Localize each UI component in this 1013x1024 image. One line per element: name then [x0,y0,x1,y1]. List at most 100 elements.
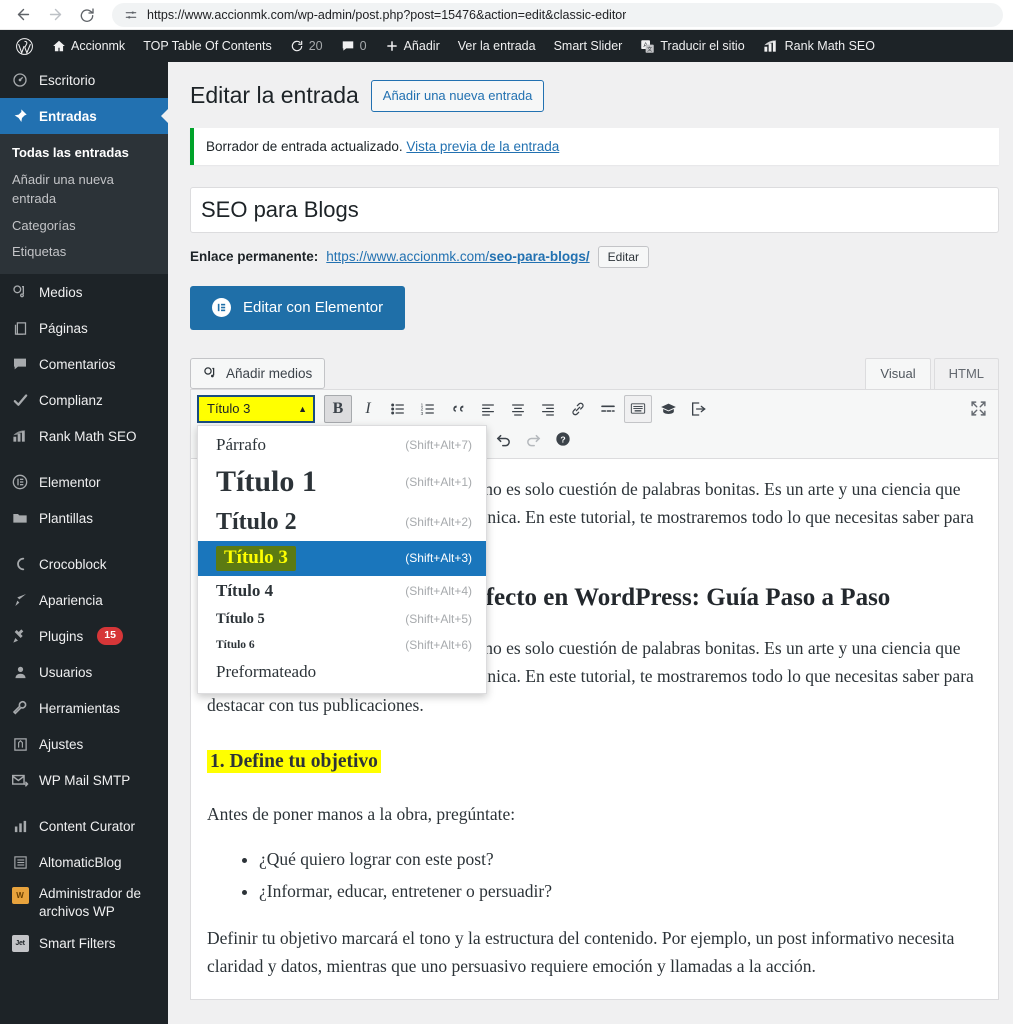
italic-icon[interactable]: I [354,395,382,423]
align-right-icon[interactable] [534,395,562,423]
sidebar-item-smart-filters[interactable]: Jet Smart Filters [0,925,168,961]
format-option-titulo-5[interactable]: Título 5 (Shift+Alt+5) [198,606,486,633]
sidebar-item-medios[interactable]: Medios [0,274,168,310]
sidebar-item-label: Crocoblock [39,556,107,572]
plus-icon [385,39,399,53]
bars-chart-icon [10,819,30,834]
format-select[interactable]: Título 3 ▲ Párrafo (Shift+Alt+7) Título … [197,394,487,694]
sidebar-item-wp-mail-smtp[interactable]: WP Mail SMTP [0,762,168,798]
preview-post-link[interactable]: Vista previa de la entrada [406,139,559,154]
fullscreen-icon[interactable] [964,395,992,423]
format-option-shortcut: (Shift+Alt+3) [405,551,472,565]
toolbar-toggle-icon[interactable] [624,394,652,423]
site-settings-icon[interactable] [124,8,138,22]
format-option-shortcut: (Shift+Alt+1) [405,474,472,489]
bulleted-list-icon[interactable] [384,395,412,423]
add-new-post-button[interactable]: Añadir una nueva entrada [370,80,545,112]
adminbar-item-toc[interactable]: TOP Table Of Contents [134,30,281,62]
address-bar[interactable]: https://www.accionmk.com/wp-admin/post.p… [112,2,1003,27]
sidebar-divider [0,454,168,464]
sidebar-item-plantillas[interactable]: Plantillas [0,500,168,536]
sidebar-item-ajustes[interactable]: Ajustes [0,726,168,762]
read-more-icon[interactable] [594,395,622,423]
sidebar-item-complianz[interactable]: Complianz [0,382,168,418]
svg-text:文: 文 [648,46,653,53]
edit-with-elementor-button[interactable]: Editar con Elementor [190,285,406,330]
redo-icon[interactable] [519,425,547,453]
undo-icon[interactable] [489,425,517,453]
format-option-titulo-4[interactable]: Título 4 (Shift+Alt+4) [198,576,486,606]
wordpress-logo-icon[interactable] [6,30,43,62]
adminbar-item-new[interactable]: Añadir [376,30,449,62]
sidebar-item-altomaticblog[interactable]: AltomaticBlog [0,844,168,880]
adminbar-item-smart-slider[interactable]: Smart Slider [545,30,632,62]
adminbar-item-rank-math[interactable]: Rank Math SEO [754,30,884,62]
translate-icon: A文 [640,39,655,54]
plug-icon [10,628,30,644]
adminbar-item-translate[interactable]: A文 Traducir el sitio [631,30,753,62]
format-option-titulo-6[interactable]: Título 6 (Shift+Alt+6) [198,633,486,657]
align-center-icon[interactable] [504,395,532,423]
elementor-icon [10,474,30,490]
sidebar-divider [0,536,168,546]
link-icon[interactable] [564,395,592,423]
sidebar-item-crocoblock[interactable]: Crocoblock [0,546,168,582]
sidebar-item-apariencia[interactable]: Apariencia [0,582,168,618]
adminbar-item-site[interactable]: Accionmk [43,30,134,62]
add-media-button[interactable]: Añadir medios [190,357,326,389]
format-option-preformateado[interactable]: Preformateado [198,657,486,687]
logout-icon[interactable] [684,395,712,423]
adminbar-item-comments[interactable]: 0 [332,30,376,62]
sidebar-item-label: Plantillas [39,510,94,526]
bold-icon[interactable]: B [324,394,352,423]
adminbar-item-view-post[interactable]: Ver la entrada [449,30,545,62]
format-option-titulo-3[interactable]: Título 3 (Shift+Alt+3) [198,540,486,576]
sidebar-subitem-categorias[interactable]: Categorías [0,213,168,240]
format-option-parrafo[interactable]: Párrafo (Shift+Alt+7) [198,430,486,460]
sidebar-item-label: Herramientas [39,700,121,716]
tab-html[interactable]: HTML [933,357,999,389]
check-icon [10,392,30,409]
back-icon[interactable] [10,2,36,28]
sidebar-subitem-anadir-nueva[interactable]: Añadir una nueva entrada [0,167,168,213]
format-option-titulo-1[interactable]: Título 1 (Shift+Alt+1) [198,460,486,504]
sidebar-item-rank-math-seo[interactable]: Rank Math SEO [0,418,168,454]
edit-permalink-button[interactable]: Editar [597,245,649,268]
adminbar-item-updates[interactable]: 20 [281,30,332,62]
post-title-input[interactable] [190,186,999,233]
sidebar-item-plugins[interactable]: Plugins 15 [0,618,168,654]
sidebar-item-label: Elementor [39,474,101,490]
sidebar-item-elementor[interactable]: Elementor [0,464,168,500]
jet-icon: Jet [10,934,30,952]
reload-icon[interactable] [74,2,100,28]
sidebar-item-escritorio[interactable]: Escritorio [0,62,168,98]
sidebar-item-label: Complianz [39,392,103,408]
sidebar-item-entradas[interactable]: Entradas [0,98,168,134]
format-option-titulo-2[interactable]: Título 2 (Shift+Alt+2) [198,504,486,541]
blockquote-icon[interactable] [444,395,472,423]
graduation-cap-icon[interactable] [654,395,682,423]
align-left-icon[interactable] [474,395,502,423]
sidebar-item-content-curator[interactable]: Content Curator [0,808,168,844]
sidebar-item-administrador-archivos-wp[interactable]: W Administrador de archivos WP [0,880,168,925]
sidebar-item-paginas[interactable]: Páginas [0,310,168,346]
user-icon [10,665,30,680]
tab-visual[interactable]: Visual [865,357,931,389]
permalink-prefix: https://www.accionmk.com/ [326,249,490,264]
sidebar-item-herramientas[interactable]: Herramientas [0,690,168,726]
content-paragraph-3: Antes de poner manos a la obra, pregúnta… [207,803,516,824]
page-scrollbar[interactable] [1006,62,1013,1024]
sidebar-subitem-etiquetas[interactable]: Etiquetas [0,239,168,266]
permalink-link[interactable]: https://www.accionmk.com/seo-para-blogs/ [326,249,589,264]
sidebar-item-usuarios[interactable]: Usuarios [0,654,168,690]
rankmath-icon [10,429,30,443]
settings-icon [10,737,30,752]
sidebar-item-comentarios[interactable]: Comentarios [0,346,168,382]
comment-icon [341,39,355,53]
numbered-list-icon[interactable]: 123 [414,395,442,423]
sidebar-item-label: Rank Math SEO [39,428,137,444]
folder-icon [10,510,30,526]
forward-icon[interactable] [42,2,68,28]
help-icon[interactable]: ? [549,425,577,453]
sidebar-subitem-todas-las-entradas[interactable]: Todas las entradas [0,140,168,167]
